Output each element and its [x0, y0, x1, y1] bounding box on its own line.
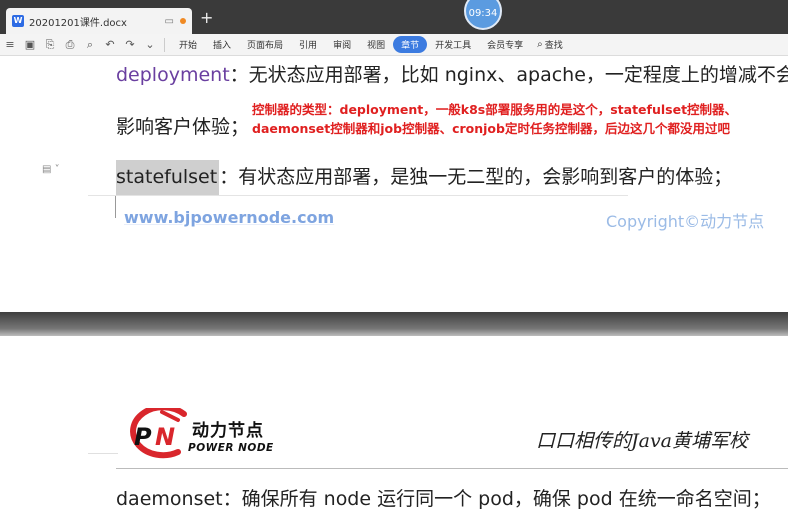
statefulset-text: ：有状态应用部署，是独一无二型的，会影响到客户的体验；	[219, 166, 733, 188]
monitor-icon[interactable]: ▭	[165, 16, 174, 27]
export-icon[interactable]: ⎘	[42, 37, 58, 53]
undo-icon[interactable]: ↶	[102, 37, 118, 53]
footer-website[interactable]: www.bjpowernode.com	[124, 208, 334, 227]
statefulset-keyword-selected[interactable]: statefulset	[116, 160, 220, 196]
paragraph-handle-icon[interactable]: ▤ ˅	[42, 164, 60, 175]
clock-badge: 09:34	[464, 0, 502, 30]
quick-access-icons: ≡ ▣ ⎘ ⎙ ⌕ ↶ ↷ ⌄	[0, 37, 171, 53]
menu-page-layout[interactable]: 页面布局	[239, 36, 291, 53]
document-tab[interactable]: W 20201201课件.docx ▭	[6, 8, 192, 34]
ribbon-menu: 开始 插入 页面布局 引用 审阅 视图 章节 开发工具 会员专享	[171, 36, 531, 53]
text-cursor	[115, 196, 116, 218]
title-bar: W 20201201课件.docx ▭ + 09:34	[0, 0, 788, 34]
annotation-line-1: 控制器的类型：deployment，一般k8s部署服务用的是这个，statefu…	[252, 102, 738, 117]
footer-guide-line	[88, 195, 628, 196]
more-icon[interactable]: ⌄	[142, 37, 158, 53]
menu-review[interactable]: 审阅	[325, 36, 359, 53]
menu-icon[interactable]: ≡	[2, 37, 18, 53]
menu-view[interactable]: 视图	[359, 36, 393, 53]
deployment-text: ：无状态应用部署，比如 nginx、apache，一定程度上的增减不会	[229, 64, 788, 86]
controller-annotation: 控制器的类型：deployment，一般k8s部署服务用的是这个，statefu…	[252, 100, 737, 138]
deployment-paragraph-cont: 影响客户体验；	[116, 116, 250, 138]
menu-chapter[interactable]: 章节	[393, 36, 428, 53]
toolbar-divider	[164, 37, 165, 52]
deployment-paragraph: deployment：无状态应用部署，比如 nginx、apache，一定程度上…	[116, 60, 788, 87]
new-tab-button[interactable]: +	[200, 10, 213, 26]
document-page-1: deployment：无状态应用部署，比如 nginx、apache，一定程度上…	[0, 56, 788, 312]
svg-text:N: N	[155, 423, 175, 451]
annotation-line-2: daemonset控制器和job控制器、cronjob定时任务控制器，后边这几个…	[252, 121, 730, 136]
wps-doc-icon: W	[12, 15, 24, 27]
daemonset-paragraph: daemonset：确保所有 node 运行同一个 pod，确保 pod 在统一…	[116, 488, 771, 510]
page-gap	[0, 312, 788, 336]
search-icon: ⌕	[537, 39, 543, 50]
menu-developer[interactable]: 开发工具	[427, 36, 479, 53]
header-guide-line	[88, 453, 118, 454]
find-label: 查找	[544, 41, 563, 51]
menu-member[interactable]: 会员专享	[479, 36, 531, 53]
unsaved-dot-icon	[180, 18, 186, 24]
header-rule	[116, 468, 788, 469]
footer-copyright: Copyright©动力节点	[606, 212, 765, 231]
statefulset-paragraph: statefulset ：有状态应用部署，是独一无二型的，会影响到客户的体验；	[116, 160, 733, 196]
save-icon[interactable]: ▣	[22, 37, 38, 53]
print-preview-icon[interactable]: ⌕	[82, 37, 98, 53]
deployment-keyword: deployment	[116, 64, 230, 86]
menu-insert[interactable]: 插入	[205, 36, 239, 53]
redo-icon[interactable]: ↷	[122, 37, 138, 53]
svg-text:P: P	[134, 423, 152, 451]
document-page-2: P N 动力节点 POWER NODE 口口相传的Java黄埔军校 daemon…	[0, 336, 788, 524]
menu-references[interactable]: 引用	[291, 36, 325, 53]
find-button[interactable]: ⌕ 查找	[537, 38, 563, 51]
ribbon-toolbar: ≡ ▣ ⎘ ⎙ ⌕ ↶ ↷ ⌄ 开始 插入 页面布局 引用 审阅 视图 章节 开…	[0, 34, 788, 56]
header-slogan: 口口相传的Java黄埔军校	[536, 430, 749, 452]
menu-home[interactable]: 开始	[171, 36, 205, 53]
print-icon[interactable]: ⎙	[62, 37, 78, 53]
brand-name-cn: 动力节点	[192, 421, 264, 441]
brand-name-en: POWER NODE	[188, 442, 274, 454]
document-tab-label: 20201201课件.docx	[29, 17, 127, 29]
